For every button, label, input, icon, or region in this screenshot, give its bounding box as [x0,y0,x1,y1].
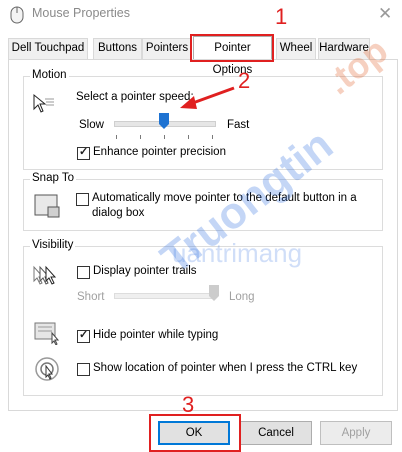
pointer-location-icon [35,357,59,381]
snap-to-checkbox[interactable] [76,193,89,206]
tab-pointer-options[interactable]: Pointer Options [193,36,272,76]
annotation-arrow [180,86,235,109]
hide-pointer-label[interactable]: Hide pointer while typing [93,329,218,341]
tab-dell-touchpad[interactable]: Dell Touchpad [8,38,88,59]
slider-tick [212,135,213,139]
motion-group-label: Motion [30,69,69,81]
fast-label: Fast [227,119,250,131]
slider-tick [116,135,117,139]
trails-long-label: Long [229,291,255,303]
pointer-trails-checkbox[interactable] [77,266,90,279]
apply-button: Apply [320,421,392,445]
enhance-precision-checkbox[interactable] [77,145,90,160]
tab-pointers[interactable]: Pointers [142,38,192,59]
annotation-number-1: 1 [275,4,288,29]
slow-label: Slow [79,119,104,131]
snap-to-group-label: Snap To [30,172,76,184]
ok-highlight-box [149,414,241,452]
visibility-group-label: Visibility [30,239,76,251]
tab-wheel[interactable]: Wheel [276,38,316,59]
mouse-icon [10,6,24,24]
title-bar: Mouse Properties ✕ [0,0,402,30]
snap-to-label-line2[interactable]: dialog box [92,207,144,219]
slider-tick [164,135,165,139]
slider-tick [188,135,189,139]
window-title: Mouse Properties [32,6,130,20]
hide-pointer-checkbox[interactable] [77,328,90,343]
trails-short-label: Short [77,291,105,303]
pointer-location-label[interactable]: Show location of pointer when I press th… [93,362,357,374]
hide-pointer-icon [34,322,60,345]
slider-tick [140,135,141,139]
pointer-speed-icon [33,93,54,113]
trails-length-slider[interactable] [114,293,216,299]
trails-length-thumb[interactable] [209,285,219,301]
pointer-speed-thumb[interactable] [159,113,169,129]
pointer-location-checkbox[interactable] [77,363,90,376]
watermark-brand: uantrimang [172,238,303,268]
snap-to-icon [34,194,60,218]
pointer-trails-icon [33,265,57,285]
tab-buttons[interactable]: Buttons [93,38,142,59]
close-icon[interactable]: ✕ [378,4,392,24]
enhance-precision-label[interactable]: Enhance pointer precision [93,146,226,158]
cancel-button[interactable]: Cancel [240,421,312,445]
